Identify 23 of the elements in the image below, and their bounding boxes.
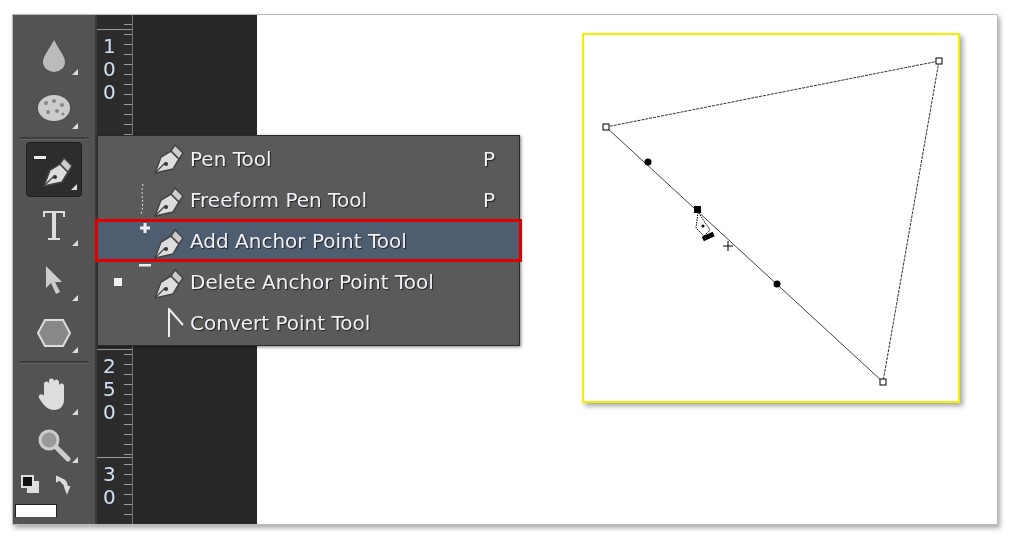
menu-item[interactable]: Convert Point Tool [98, 302, 519, 343]
zoom-icon [37, 428, 71, 462]
pen-icon [140, 182, 184, 217]
ruler-label: 250 [103, 355, 116, 424]
hexagon-icon [36, 318, 72, 348]
tool-button[interactable] [26, 142, 82, 197]
pen-icon [154, 143, 184, 174]
pen-icon [138, 264, 184, 299]
shortcut-key: P [483, 187, 519, 212]
menu-item[interactable]: Freeform Pen Tool P [98, 179, 519, 220]
angle-icon [168, 307, 184, 338]
arrow-icon [43, 263, 65, 296]
pen-icon [139, 222, 184, 259]
menu-item[interactable]: Pen Tool P [98, 138, 519, 179]
menu-item[interactable]: Delete Anchor Point Tool [98, 261, 519, 302]
sponge-icon [36, 93, 72, 123]
shortcut-key: P [483, 146, 519, 171]
ruler-label: 30 [103, 463, 116, 509]
menu-item[interactable]: Add Anchor Point Tool [96, 220, 521, 261]
ruler-label: 100 [103, 35, 116, 104]
crosshair-icon [722, 240, 734, 252]
color-swatch[interactable] [15, 503, 57, 517]
pen-cursor-icon [695, 211, 715, 242]
